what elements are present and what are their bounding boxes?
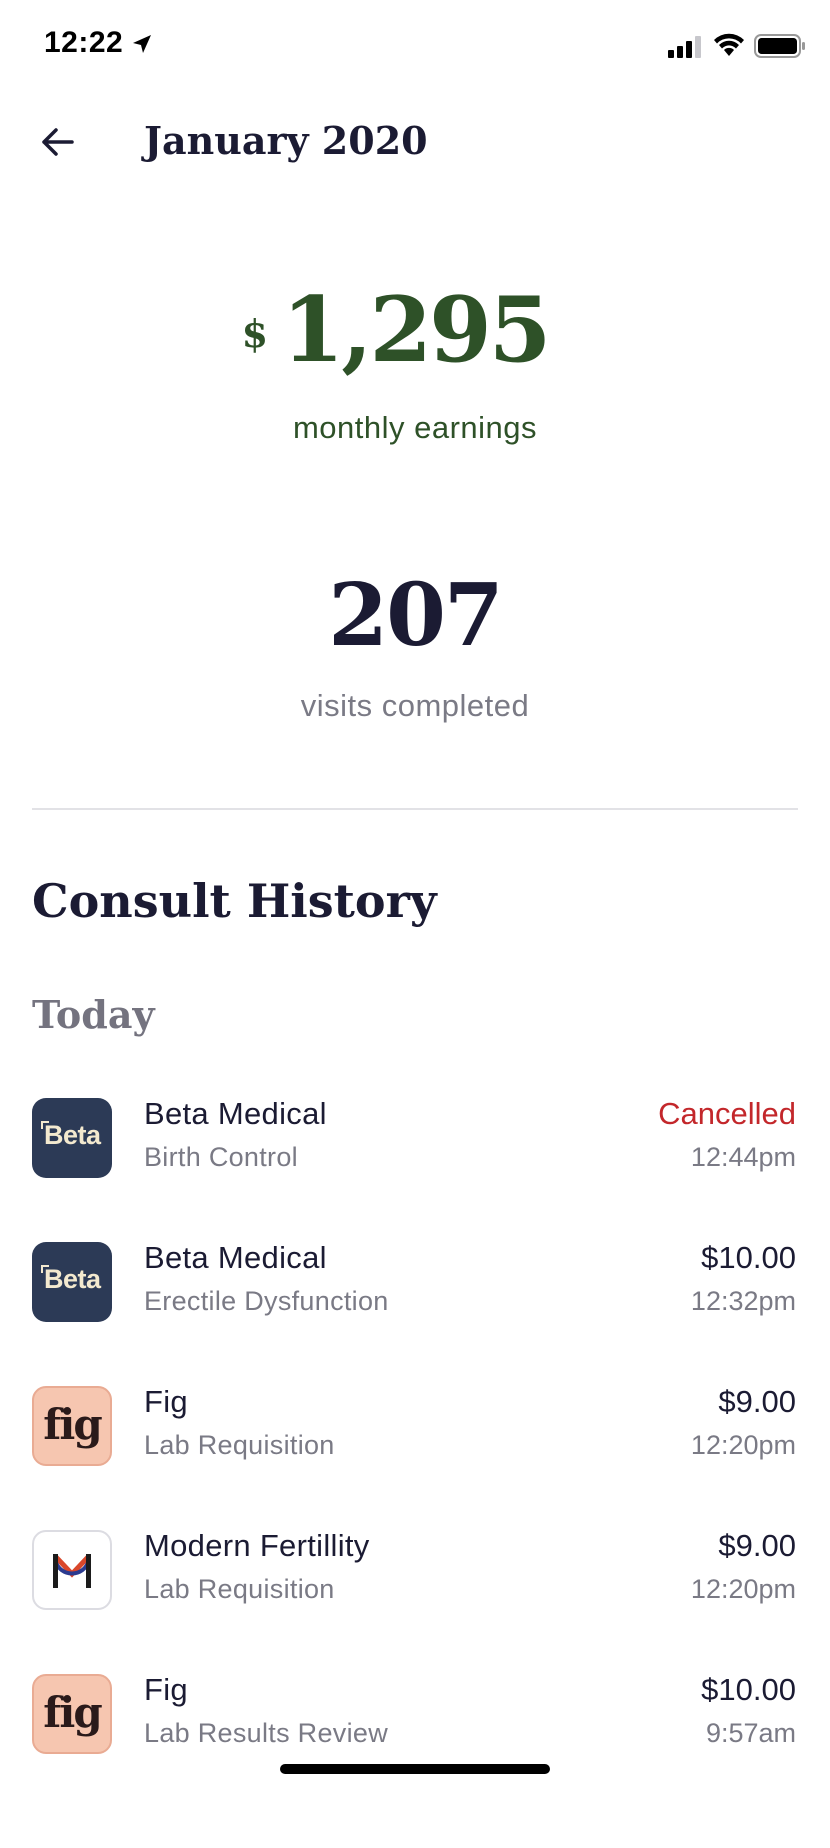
service-name: Birth Control: [144, 1142, 298, 1172]
battery-icon: [754, 34, 805, 58]
service-name: Lab Requisition: [144, 1430, 335, 1460]
provider-name: Fig: [144, 1672, 188, 1707]
consult-list: Beta Beta Medical Birth Control Cancelle…: [0, 1096, 830, 1816]
section-title: Consult History: [32, 874, 437, 928]
home-indicator[interactable]: [280, 1764, 550, 1774]
consult-amount: $9.00: [718, 1528, 796, 1563]
divider: [32, 808, 798, 810]
status-time: 12:22: [44, 26, 124, 59]
provider-name: Modern Fertillity: [144, 1528, 370, 1563]
beta-logo: Beta: [32, 1242, 112, 1322]
earnings-amount-wrapper: $ 1,295: [242, 277, 552, 383]
consult-row[interactable]: Beta Beta Medical Erectile Dysfunction $…: [0, 1240, 830, 1384]
consult-row[interactable]: fig Fig Lab Results Review $10.00 9:57am: [0, 1672, 830, 1816]
status-bar: 12:22: [0, 0, 830, 90]
service-name: Lab Results Review: [144, 1718, 389, 1748]
fig-logo-text: fig: [43, 1400, 102, 1449]
modern-fertility-logo: [32, 1530, 112, 1610]
location-arrow-icon: [133, 35, 151, 53]
consult-row[interactable]: Modern Fertillity Lab Requisition $9.00 …: [0, 1528, 830, 1672]
provider-name: Beta Medical: [144, 1096, 327, 1131]
earnings-amount: 1,295: [281, 277, 552, 383]
fig-logo-text: fig: [43, 1688, 102, 1737]
consult-time: 9:57am: [705, 1718, 796, 1748]
provider-name: Beta Medical: [144, 1240, 327, 1275]
beta-logo-text: Beta: [44, 1120, 101, 1150]
beta-logo-text: Beta: [44, 1264, 101, 1294]
consult-time: 12:32pm: [690, 1286, 796, 1316]
service-name: Erectile Dysfunction: [144, 1286, 389, 1316]
consult-amount: $10.00: [701, 1672, 796, 1707]
provider-name: Fig: [144, 1384, 188, 1419]
earnings-label: monthly earnings: [292, 410, 538, 445]
visits-count: 207: [328, 565, 504, 666]
visits-label: visits completed: [300, 688, 530, 723]
day-label: Today: [32, 992, 155, 1037]
consult-row[interactable]: Beta Beta Medical Birth Control Cancelle…: [0, 1096, 830, 1240]
back-arrow-icon[interactable]: [38, 122, 78, 162]
status-cancelled: Cancelled: [658, 1096, 796, 1131]
beta-logo: Beta: [32, 1098, 112, 1178]
cellular-signal-icon: [668, 36, 701, 58]
wifi-icon: [714, 33, 744, 56]
consult-amount: $9.00: [718, 1384, 796, 1419]
modern-fertility-logo-mark: [53, 1554, 91, 1588]
page-title: January 2020: [144, 118, 428, 163]
consult-row[interactable]: fig Fig Lab Requisition $9.00 12:20pm: [0, 1384, 830, 1528]
service-name: Lab Requisition: [144, 1574, 335, 1604]
consult-time: 12:20pm: [690, 1430, 796, 1460]
currency-symbol: $: [241, 311, 269, 356]
fig-logo: fig: [32, 1386, 112, 1466]
fig-logo: fig: [32, 1674, 112, 1754]
consult-amount: $10.00: [701, 1240, 796, 1275]
consult-time: 12:20pm: [690, 1574, 796, 1604]
monthly-earnings: $ 1,295: [0, 280, 830, 380]
consult-time: 12:44pm: [690, 1142, 796, 1172]
